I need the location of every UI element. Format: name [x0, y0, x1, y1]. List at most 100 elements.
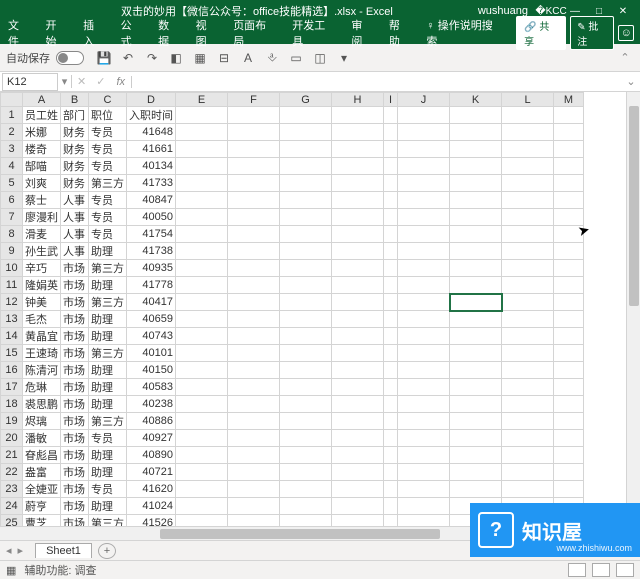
col-header-E[interactable]: E [176, 93, 228, 107]
cell[interactable]: 助理 [89, 277, 127, 294]
cell[interactable]: 40101 [127, 345, 176, 362]
cell[interactable]: 楼奇 [23, 141, 61, 158]
cell[interactable]: 40927 [127, 430, 176, 447]
cell[interactable] [502, 243, 554, 260]
cell[interactable] [554, 396, 584, 413]
cell[interactable] [280, 413, 332, 430]
cell[interactable]: 41733 [127, 175, 176, 192]
cell[interactable] [228, 277, 280, 294]
cell[interactable]: 41620 [127, 481, 176, 498]
cell[interactable]: 财务 [61, 141, 89, 158]
cell[interactable] [450, 260, 502, 277]
cell[interactable] [332, 124, 384, 141]
cell[interactable] [398, 345, 450, 362]
cell[interactable] [450, 447, 502, 464]
cell[interactable] [384, 311, 398, 328]
cell[interactable] [176, 192, 228, 209]
cell[interactable] [332, 294, 384, 311]
qat-icon-6[interactable]: ▭ [288, 50, 304, 66]
cell[interactable] [384, 447, 398, 464]
cell[interactable]: 第三方 [89, 294, 127, 311]
cell[interactable] [228, 124, 280, 141]
cell[interactable] [398, 209, 450, 226]
cell[interactable] [176, 430, 228, 447]
cell[interactable] [384, 141, 398, 158]
autosave-toggle[interactable] [56, 51, 84, 65]
cell[interactable] [398, 396, 450, 413]
col-header-A[interactable]: A [23, 93, 61, 107]
cell[interactable] [384, 362, 398, 379]
menu-view[interactable]: 视图 [194, 15, 220, 51]
cell[interactable] [280, 328, 332, 345]
row-header[interactable]: 22 [1, 464, 23, 481]
cell[interactable] [398, 328, 450, 345]
cell[interactable]: 市场 [61, 464, 89, 481]
cell[interactable]: 市场 [61, 481, 89, 498]
cell[interactable] [384, 209, 398, 226]
cell[interactable] [176, 413, 228, 430]
col-header-H[interactable]: H [332, 93, 384, 107]
cell[interactable] [398, 362, 450, 379]
cell[interactable]: 郜喵 [23, 158, 61, 175]
cell[interactable] [502, 430, 554, 447]
cell[interactable]: 市场 [61, 413, 89, 430]
cell[interactable]: 40134 [127, 158, 176, 175]
cell[interactable] [176, 447, 228, 464]
row-header[interactable]: 10 [1, 260, 23, 277]
cell[interactable]: 职位 [89, 107, 127, 124]
col-header-D[interactable]: D [127, 93, 176, 107]
formula-ok-icon[interactable]: ✓ [91, 75, 110, 88]
cell[interactable] [502, 226, 554, 243]
row-header[interactable]: 6 [1, 192, 23, 209]
cell[interactable] [554, 447, 584, 464]
row-header[interactable]: 18 [1, 396, 23, 413]
cell[interactable] [502, 141, 554, 158]
cell[interactable] [280, 481, 332, 498]
cell[interactable] [450, 243, 502, 260]
cell[interactable] [228, 192, 280, 209]
cell[interactable]: 41648 [127, 124, 176, 141]
cell[interactable]: 助理 [89, 379, 127, 396]
cell[interactable] [502, 345, 554, 362]
cell[interactable] [554, 430, 584, 447]
cell[interactable] [228, 175, 280, 192]
menu-dev[interactable]: 开发工具 [290, 15, 337, 51]
cell[interactable]: 40721 [127, 464, 176, 481]
cell[interactable] [502, 294, 554, 311]
feedback-icon[interactable]: ☺ [618, 25, 634, 41]
cell[interactable] [502, 447, 554, 464]
row-header[interactable]: 9 [1, 243, 23, 260]
cell[interactable] [176, 328, 228, 345]
cell[interactable] [176, 124, 228, 141]
cell[interactable] [398, 158, 450, 175]
cell[interactable] [176, 243, 228, 260]
cell[interactable] [450, 345, 502, 362]
qat-icon-3[interactable]: ⊟ [216, 50, 232, 66]
cell[interactable] [280, 396, 332, 413]
cell[interactable] [502, 107, 554, 124]
cell[interactable] [228, 464, 280, 481]
cell[interactable] [398, 192, 450, 209]
row-header[interactable]: 14 [1, 328, 23, 345]
cell[interactable]: 市场 [61, 379, 89, 396]
cell[interactable]: 40417 [127, 294, 176, 311]
cell[interactable]: 专员 [89, 124, 127, 141]
menu-review[interactable]: 审阅 [349, 15, 375, 51]
cell[interactable] [502, 260, 554, 277]
tell-me-search[interactable]: ♀ 操作说明搜索 [424, 15, 504, 51]
cell[interactable] [502, 362, 554, 379]
cell[interactable] [502, 464, 554, 481]
cell[interactable] [502, 158, 554, 175]
cell[interactable] [332, 141, 384, 158]
qat-icon-7[interactable]: ◫ [312, 50, 328, 66]
cell[interactable] [398, 294, 450, 311]
cell[interactable] [228, 158, 280, 175]
cell[interactable] [280, 277, 332, 294]
cell[interactable] [450, 158, 502, 175]
cell[interactable] [176, 141, 228, 158]
cell[interactable] [176, 498, 228, 515]
cell[interactable]: 米娜 [23, 124, 61, 141]
cell[interactable] [554, 413, 584, 430]
page-layout-view-button[interactable] [592, 563, 610, 577]
cell[interactable] [450, 124, 502, 141]
